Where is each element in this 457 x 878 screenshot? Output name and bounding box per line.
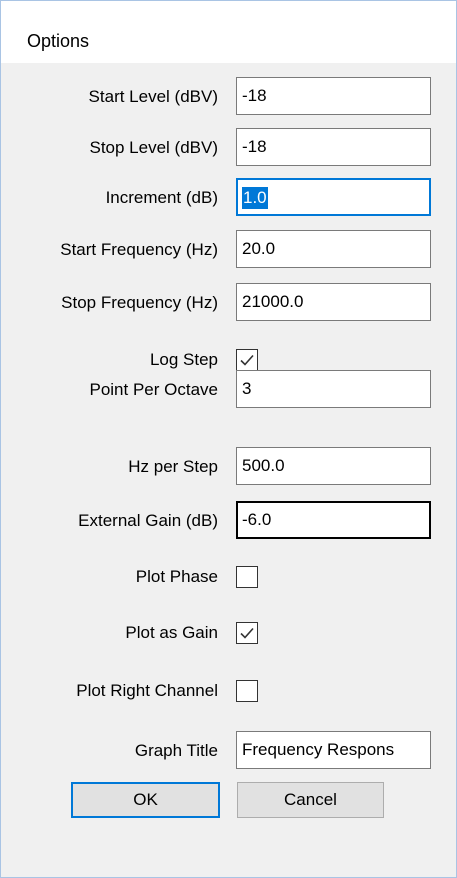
row-plot-right-channel: Plot Right Channel [1, 671, 456, 711]
row-plot-as-gain: Plot as Gain [1, 613, 456, 653]
stop-frequency-label: Stop Frequency (Hz) [61, 293, 218, 312]
hz-per-step-label: Hz per Step [128, 457, 218, 476]
start-level-field[interactable] [236, 77, 431, 115]
start-level-input[interactable] [242, 78, 428, 114]
increment-label: Increment (dB) [105, 188, 218, 207]
stop-level-input[interactable] [242, 129, 428, 165]
stop-frequency-field[interactable] [236, 283, 431, 321]
graph-title-field[interactable] [236, 731, 431, 769]
plot-right-channel-checkbox[interactable] [236, 680, 258, 702]
row-plot-phase: Plot Phase [1, 557, 456, 597]
plot-phase-label: Plot Phase [135, 567, 218, 586]
external-gain-label: External Gain (dB) [78, 511, 218, 530]
row-hz-per-step: Hz per Step [1, 447, 456, 487]
stop-level-label: Stop Level (dBV) [89, 138, 218, 157]
title-bar: Options [1, 1, 456, 63]
stop-level-field[interactable] [236, 128, 431, 166]
row-graph-title: Graph Title [1, 731, 456, 771]
plot-phase-checkbox[interactable] [236, 566, 258, 588]
ok-button[interactable]: OK [71, 782, 220, 818]
log-step-checkbox[interactable] [236, 349, 258, 371]
plot-as-gain-label: Plot as Gain [125, 623, 218, 642]
row-external-gain: External Gain (dB) [1, 501, 456, 541]
points-per-octave-label: Point Per Octave [89, 380, 218, 399]
stop-frequency-input[interactable] [242, 284, 428, 320]
graph-title-label: Graph Title [134, 741, 218, 760]
row-increment: Increment (dB) 1.0 [1, 178, 456, 218]
external-gain-input[interactable] [242, 502, 428, 538]
graph-title-input[interactable] [242, 732, 428, 768]
plot-as-gain-checkbox[interactable] [236, 622, 258, 644]
row-start-frequency: Start Frequency (Hz) [1, 230, 456, 270]
checkmark-icon [240, 354, 254, 366]
hz-per-step-input[interactable] [242, 448, 428, 484]
checkmark-icon [240, 627, 254, 639]
window-title: Options [27, 31, 90, 51]
points-per-octave-input[interactable] [242, 371, 428, 407]
start-frequency-field[interactable] [236, 230, 431, 268]
row-stop-level: Stop Level (dBV) [1, 128, 456, 168]
cancel-button[interactable]: Cancel [237, 782, 384, 818]
hz-per-step-field[interactable] [236, 447, 431, 485]
row-points-per-octave: Point Per Octave [1, 370, 456, 410]
increment-field[interactable]: 1.0 [236, 178, 431, 216]
points-per-octave-field[interactable] [236, 370, 431, 408]
row-start-level: Start Level (dBV) [1, 77, 456, 117]
increment-selected-value[interactable]: 1.0 [242, 187, 268, 209]
start-frequency-input[interactable] [242, 231, 428, 267]
start-level-label: Start Level (dBV) [88, 87, 218, 106]
plot-right-channel-label: Plot Right Channel [76, 681, 218, 700]
options-dialog: Options Start Level (dBV) Stop Level (dB… [0, 0, 457, 878]
start-frequency-label: Start Frequency (Hz) [60, 240, 218, 259]
row-stop-frequency: Stop Frequency (Hz) [1, 283, 456, 323]
external-gain-field[interactable] [236, 501, 431, 539]
